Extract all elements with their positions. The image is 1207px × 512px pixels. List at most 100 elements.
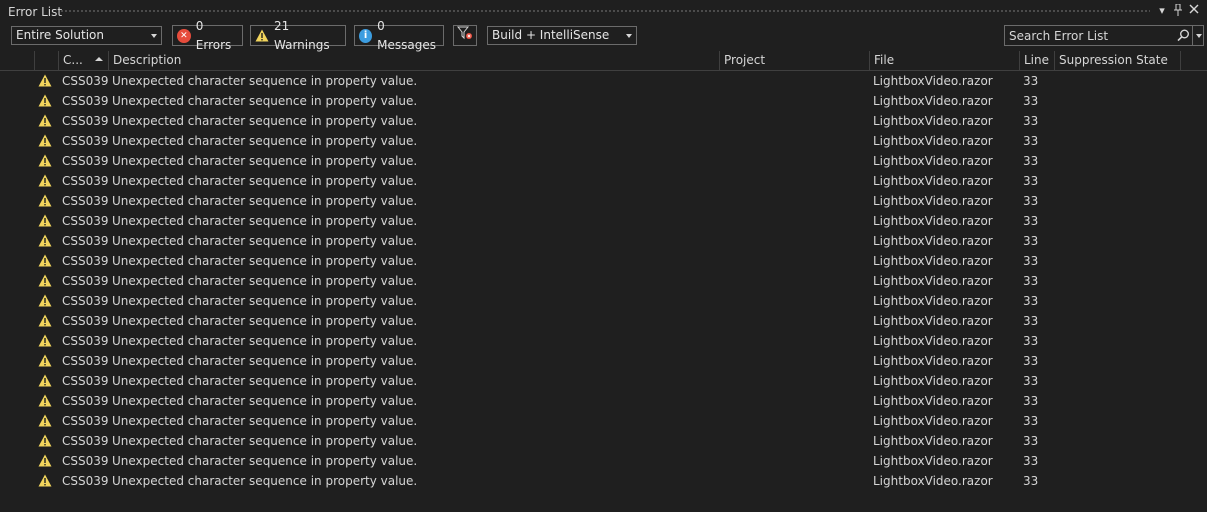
table-row[interactable]: CSS039 Unexpected character sequence in p… <box>0 371 1207 391</box>
scope-combo-value: Entire Solution <box>16 28 104 42</box>
row-project <box>723 411 867 431</box>
row-code: CSS039 <box>62 254 108 268</box>
table-row[interactable]: CSS039 Unexpected character sequence in p… <box>0 271 1207 291</box>
table-row[interactable]: CSS039 Unexpected character sequence in p… <box>0 171 1207 191</box>
row-project <box>723 291 867 311</box>
search-input[interactable] <box>1005 26 1177 45</box>
row-file: LightboxVideo.razor <box>873 214 993 228</box>
row-line: 33 <box>1023 334 1039 348</box>
table-row[interactable]: CSS039 Unexpected character sequence in p… <box>0 471 1207 491</box>
row-code: CSS039 <box>62 174 108 188</box>
row-file: LightboxVideo.razor <box>873 234 993 248</box>
table-row[interactable]: CSS039 Unexpected character sequence in p… <box>0 411 1207 431</box>
messages-filter-label: 0 Messages <box>377 18 436 52</box>
row-code: CSS039 <box>62 294 108 308</box>
row-file: LightboxVideo.razor <box>873 274 993 288</box>
table-row[interactable]: CSS039 Unexpected character sequence in p… <box>0 391 1207 411</box>
close-icon[interactable] <box>1187 4 1201 18</box>
warnings-filter-button[interactable]: 21 Warnings <box>250 19 346 52</box>
table-row[interactable]: CSS039 Unexpected character sequence in p… <box>0 311 1207 331</box>
row-file: LightboxVideo.razor <box>873 354 993 368</box>
warning-icon <box>38 434 52 447</box>
column-header-file[interactable]: File <box>869 51 1019 70</box>
row-description: Unexpected character sequence in propert… <box>112 154 418 168</box>
row-file: LightboxVideo.razor <box>873 394 993 408</box>
column-header-line[interactable]: Line <box>1019 51 1054 70</box>
table-row[interactable]: CSS039 Unexpected character sequence in p… <box>0 131 1207 151</box>
source-combo-value: Build + IntelliSense <box>492 28 610 42</box>
dropdown-icon[interactable]: ▾ <box>1155 4 1169 18</box>
column-header-icon[interactable] <box>34 51 58 70</box>
table-row[interactable]: CSS039 Unexpected character sequence in p… <box>0 431 1207 451</box>
column-header-description[interactable]: Description <box>108 51 719 70</box>
info-icon: i <box>359 28 373 43</box>
warning-icon <box>38 394 52 407</box>
table-row[interactable]: CSS039 Unexpected character sequence in p… <box>0 211 1207 231</box>
row-suppression <box>1058 71 1178 91</box>
row-file: LightboxVideo.razor <box>873 374 993 388</box>
row-project <box>723 151 867 171</box>
errors-filter-label: 0 Errors <box>195 18 232 52</box>
row-description: Unexpected character sequence in propert… <box>112 234 418 248</box>
chevron-down-icon <box>1196 34 1202 38</box>
table-row[interactable]: CSS039 Unexpected character sequence in p… <box>0 151 1207 171</box>
row-code: CSS039 <box>62 194 108 208</box>
messages-filter-button[interactable]: i 0 Messages <box>354 19 444 52</box>
row-line: 33 <box>1023 114 1039 128</box>
table-row[interactable]: CSS039 Unexpected character sequence in p… <box>0 191 1207 211</box>
drag-grip[interactable] <box>60 9 1150 14</box>
row-project <box>723 271 867 291</box>
row-suppression <box>1058 231 1178 251</box>
error-list-toolbar: Entire Solution ✕ 0 Errors 21 Warnings i… <box>0 19 1207 52</box>
table-row[interactable]: CSS039 Unexpected character sequence in p… <box>0 291 1207 311</box>
row-suppression <box>1058 131 1178 151</box>
table-row[interactable]: CSS039 Unexpected character sequence in p… <box>0 251 1207 271</box>
row-line: 33 <box>1023 154 1039 168</box>
row-code: CSS039 <box>62 354 108 368</box>
row-project <box>723 111 867 131</box>
table-row[interactable]: CSS039 Unexpected character sequence in p… <box>0 71 1207 91</box>
search-box <box>1004 25 1204 46</box>
row-line: 33 <box>1023 394 1039 408</box>
row-file: LightboxVideo.razor <box>873 154 993 168</box>
row-line: 33 <box>1023 374 1039 388</box>
source-combo[interactable]: Build + IntelliSense <box>487 26 637 45</box>
scope-combo[interactable]: Entire Solution <box>11 26 162 45</box>
row-description: Unexpected character sequence in propert… <box>112 474 418 488</box>
errors-filter-button[interactable]: ✕ 0 Errors <box>172 19 243 52</box>
column-header-project[interactable]: Project <box>719 51 869 70</box>
warning-icon <box>38 194 52 207</box>
row-suppression <box>1058 251 1178 271</box>
pin-icon[interactable] <box>1171 3 1185 18</box>
row-project <box>723 471 867 491</box>
row-description: Unexpected character sequence in propert… <box>112 194 418 208</box>
column-header-description-label: Description <box>113 53 182 67</box>
row-code: CSS039 <box>62 434 108 448</box>
row-description: Unexpected character sequence in propert… <box>112 454 418 468</box>
row-description: Unexpected character sequence in propert… <box>112 254 418 268</box>
column-header-suppression[interactable]: Suppression State <box>1054 51 1180 70</box>
row-description: Unexpected character sequence in propert… <box>112 94 418 108</box>
search-icon[interactable] <box>1177 29 1190 45</box>
row-suppression <box>1058 171 1178 191</box>
row-file: LightboxVideo.razor <box>873 94 993 108</box>
column-header-code[interactable]: C... <box>58 51 108 70</box>
row-suppression <box>1058 351 1178 371</box>
table-row[interactable]: CSS039 Unexpected character sequence in p… <box>0 231 1207 251</box>
row-suppression <box>1058 191 1178 211</box>
table-row[interactable]: CSS039 Unexpected character sequence in p… <box>0 91 1207 111</box>
row-line: 33 <box>1023 414 1039 428</box>
row-file: LightboxVideo.razor <box>873 454 993 468</box>
row-suppression <box>1058 271 1178 291</box>
row-description: Unexpected character sequence in propert… <box>112 374 418 388</box>
row-code: CSS039 <box>62 374 108 388</box>
row-project <box>723 91 867 111</box>
table-row[interactable]: CSS039 Unexpected character sequence in p… <box>0 111 1207 131</box>
table-row[interactable]: CSS039 Unexpected character sequence in p… <box>0 351 1207 371</box>
table-row[interactable]: CSS039 Unexpected character sequence in p… <box>0 331 1207 351</box>
row-file: LightboxVideo.razor <box>873 254 993 268</box>
search-options-dropdown[interactable] <box>1192 26 1205 45</box>
table-row[interactable]: CSS039 Unexpected character sequence in p… <box>0 451 1207 471</box>
filter-button[interactable] <box>453 25 477 46</box>
column-header-file-label: File <box>874 53 895 67</box>
